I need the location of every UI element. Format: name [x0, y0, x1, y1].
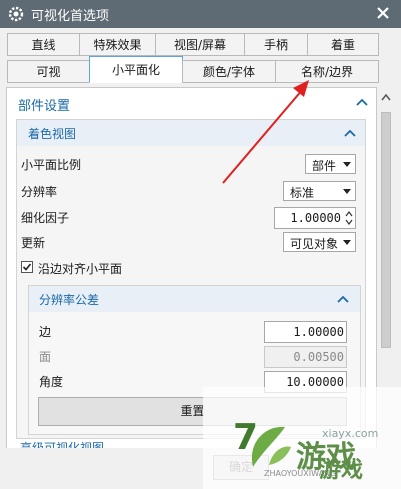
watermark-logo-icon: 7	[233, 417, 291, 467]
watermark-word-2: 游戏	[319, 458, 364, 483]
